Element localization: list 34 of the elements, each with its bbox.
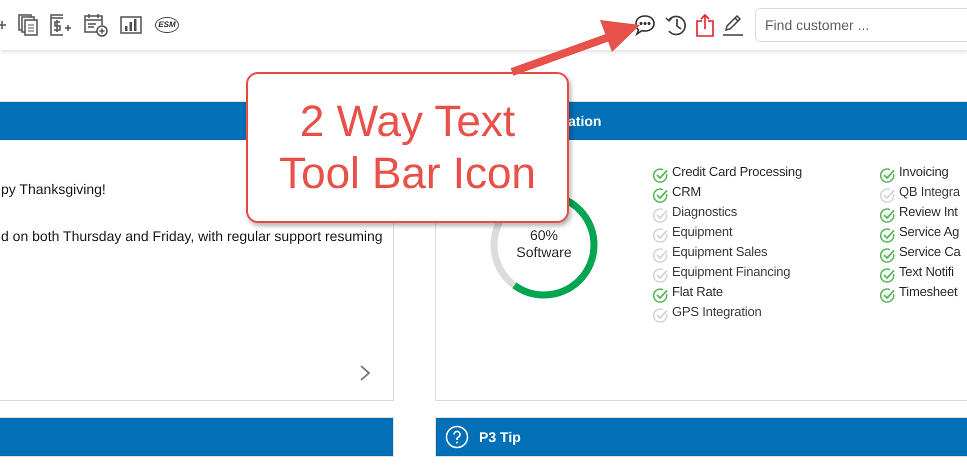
integration-item: Text Notifi: [899, 263, 954, 282]
donut-label: Software: [515, 244, 573, 261]
bar-chart-icon[interactable]: [120, 16, 142, 34]
esm-button[interactable]: ESM: [155, 17, 179, 33]
search-field[interactable]: Find customer ...: [755, 8, 967, 42]
integration-item: Flat Rate: [672, 283, 723, 302]
panel-title: ation: [568, 112, 602, 130]
callout-text: 2 Way Text: [300, 96, 516, 148]
integration-item: GPS Integration: [672, 303, 762, 322]
integration-item: Diagnostics: [672, 203, 737, 222]
integration-item: Equipment Financing: [672, 263, 790, 282]
chat-icon[interactable]: [634, 14, 656, 36]
integration-item: Timesheet: [899, 283, 958, 302]
announcement-text: d on both Thursday and Friday, with regular support resuming: [1, 227, 384, 245]
callout-text: Tool Bar Icon: [279, 148, 536, 200]
integration-item: Invoicing: [899, 163, 949, 182]
integration-item: Service Ca: [899, 243, 961, 262]
integration-item: Equipment: [672, 223, 732, 242]
history-icon[interactable]: [664, 13, 688, 37]
integration-item: QB Integra: [899, 183, 960, 202]
calendar-add-icon[interactable]: [84, 13, 108, 37]
invoice-icon[interactable]: [50, 14, 72, 36]
announcement-text: py Thanksgiving!: [1, 180, 107, 198]
integration-item: Review Int: [899, 203, 958, 222]
integration-item: Credit Card Processing: [672, 163, 802, 182]
share-icon[interactable]: [696, 13, 714, 37]
help-icon: [445, 425, 469, 449]
pencil-icon[interactable]: [722, 13, 744, 37]
integration-item: CRM: [672, 183, 702, 202]
integration-item: Service Ag: [899, 223, 960, 242]
copy-icon[interactable]: [18, 14, 38, 36]
integration-item: Equipment Sales: [672, 243, 768, 262]
donut-percent: 60%: [528, 227, 560, 244]
panel-title: P3 Tip: [479, 428, 521, 447]
